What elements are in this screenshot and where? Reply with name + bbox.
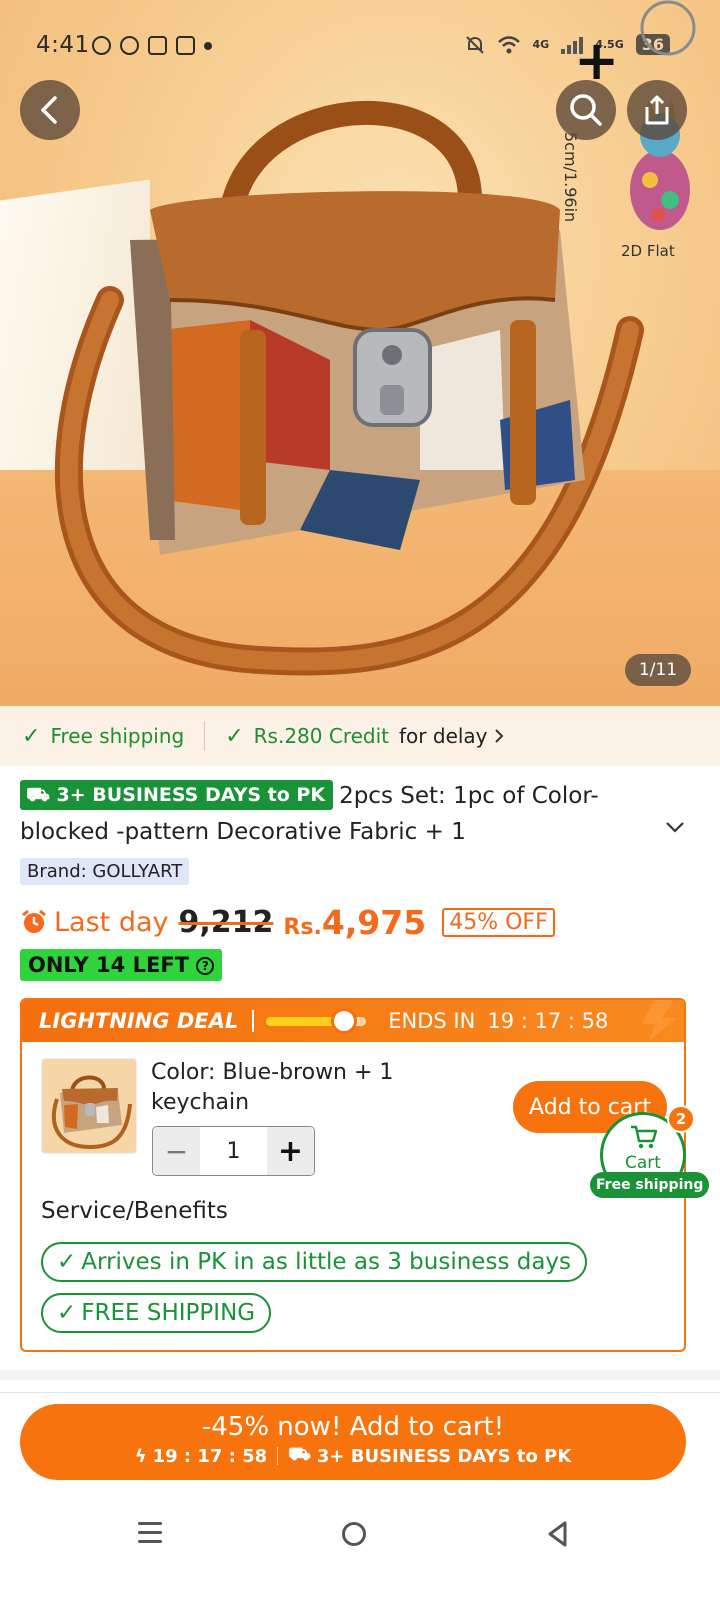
back-button[interactable] [20,80,80,140]
check-icon: ✓ [225,723,244,749]
nav-back-button[interactable] [545,1520,571,1548]
discount-badge: 45% OFF [442,907,555,937]
bottom-add-to-cart-button[interactable]: -45% now! Add to cart! ϟ 19 : 17 : 58 ⛟ … [20,1404,686,1480]
original-price: 9,212 [178,904,274,940]
gallery-icon [148,36,167,55]
last-day-label: Last day [54,906,169,938]
inset-flat-label: 2D Flat [621,242,675,260]
clock-icon [331,1007,358,1034]
service-label: Arrives in PK in as little as 3 business… [81,1249,572,1275]
shipping-days-label: 3+ BUSINESS DAYS to PK [56,784,326,806]
cta-sub-row: ϟ 19 : 17 : 58 ⛟ 3+ BUSINESS DAYS to PK [20,1444,686,1468]
ends-in-label: ENDS IN [388,1009,476,1033]
check-icon: ✓ [57,1249,77,1275]
section-divider [0,1370,720,1380]
service-tag: ✓ Arrives in PK in as little as 3 busine… [41,1242,588,1282]
chevron-down-icon[interactable] [662,814,688,840]
stock-badge[interactable]: ONLY 14 LEFT ? [20,949,223,981]
recent-apps-button[interactable] [138,1522,162,1544]
cart-count-badge: 2 [667,1105,695,1133]
share-icon [645,95,669,125]
notification-icons [92,36,212,55]
wifi-icon [497,35,520,53]
cta-divider [277,1447,279,1465]
cart-free-shipping-badge: Free shipping [590,1172,710,1198]
variant-thumbnail[interactable] [41,1058,137,1154]
free-shipping-label: Free shipping [50,724,185,748]
network-type-a: 4G [532,38,550,51]
benefit-strip[interactable]: ✓ Free shipping ✓ Rs.280 Credit for dela… [0,706,720,766]
status-time: 4:41 [36,32,90,58]
quantity-stepper: − 1 + [152,1126,315,1176]
cta-countdown: 19 : 17 : 58 [152,1445,268,1467]
deal-progress-bar [266,1007,367,1034]
stock-label: ONLY 14 LEFT [28,953,189,977]
current-price-value: 4,975 [321,902,427,942]
credit-label: Rs.280 Credit [253,724,390,748]
service-tag: ✓ FREE SHIPPING [41,1293,272,1333]
search-icon [570,94,602,126]
currency-label: Rs. [283,914,322,940]
credit-suffix: for delay [399,724,488,748]
credit-benefit[interactable]: ✓ Rs.280 Credit for delay [225,724,503,749]
price-row: Last day 9,212 Rs.4,975 45% OFF [20,898,555,946]
variant-thumbnail-image [42,1059,136,1153]
service-label: FREE SHIPPING [81,1300,256,1326]
image-counter: 1/11 [625,654,691,686]
decrease-quantity-button[interactable]: − [153,1127,200,1175]
cta-shipping-label: 3+ BUSINESS DAYS to PK [316,1445,572,1467]
lightning-deal-header: LIGHTNING DEAL ENDS IN 19 : 17 : 58 [22,1000,684,1042]
check-icon: ✓ [57,1300,77,1326]
lightning-icon [642,1000,676,1042]
snapchat-icon [92,36,111,55]
system-navigation-bar [0,1500,720,1600]
quantity-value[interactable]: 1 [200,1127,267,1175]
product-image-gallery[interactable]: 4:41 4G 4.5G 36 + 5cm/1.96in 2D Flat 1/1… [0,0,720,720]
cart-icon [631,1125,658,1149]
cta-main-label: -45% now! Add to cart! [201,1412,505,1442]
lightning-deal-panel: LIGHTNING DEAL ENDS IN 19 : 17 : 58 Colo… [20,998,686,1352]
truck-icon: ⛟ [288,1444,311,1465]
chevron-left-icon [41,96,57,124]
services-title: Service/Benefits [41,1198,228,1224]
product-title[interactable]: ⛟ 3+ BUSINESS DAYS to PK 2pcs Set: 1pc of… [20,778,660,850]
current-price: Rs.4,975 [283,903,426,942]
variant-selector[interactable]: Color: Blue-brown + 1 keychain [151,1058,451,1118]
home-button[interactable] [342,1522,366,1546]
lightning-icon: ϟ [134,1445,147,1467]
search-button[interactable] [556,80,616,140]
alarm-clock-icon [22,909,46,933]
cart-label: Cart [625,1153,661,1173]
free-shipping-benefit: ✓ Free shipping [22,724,184,749]
chevron-right-icon [494,729,503,743]
deal-countdown: 19 : 17 : 58 [487,1009,609,1033]
increase-quantity-button[interactable]: + [267,1127,314,1175]
inset-dimension-label: 5cm/1.96in [561,132,580,223]
check-icon: ✓ [22,723,41,749]
share-button[interactable] [627,80,687,140]
plus-icon: + [574,29,620,92]
truck-icon: ⛟ [26,784,50,806]
more-notifications-dot [204,41,212,50]
header-divider [252,1010,255,1032]
app-notification-icon [176,36,195,55]
benefit-divider [204,721,206,751]
mute-icon [465,35,484,54]
message-icon [120,36,139,55]
brand-tag[interactable]: Brand: GOLLYART [20,858,190,885]
shipping-days-badge: ⛟ 3+ BUSINESS DAYS to PK [20,780,334,810]
lightning-deal-title: LIGHTNING DEAL [39,1009,239,1033]
help-icon: ? [196,957,215,975]
bottom-bar-border [0,1392,720,1393]
